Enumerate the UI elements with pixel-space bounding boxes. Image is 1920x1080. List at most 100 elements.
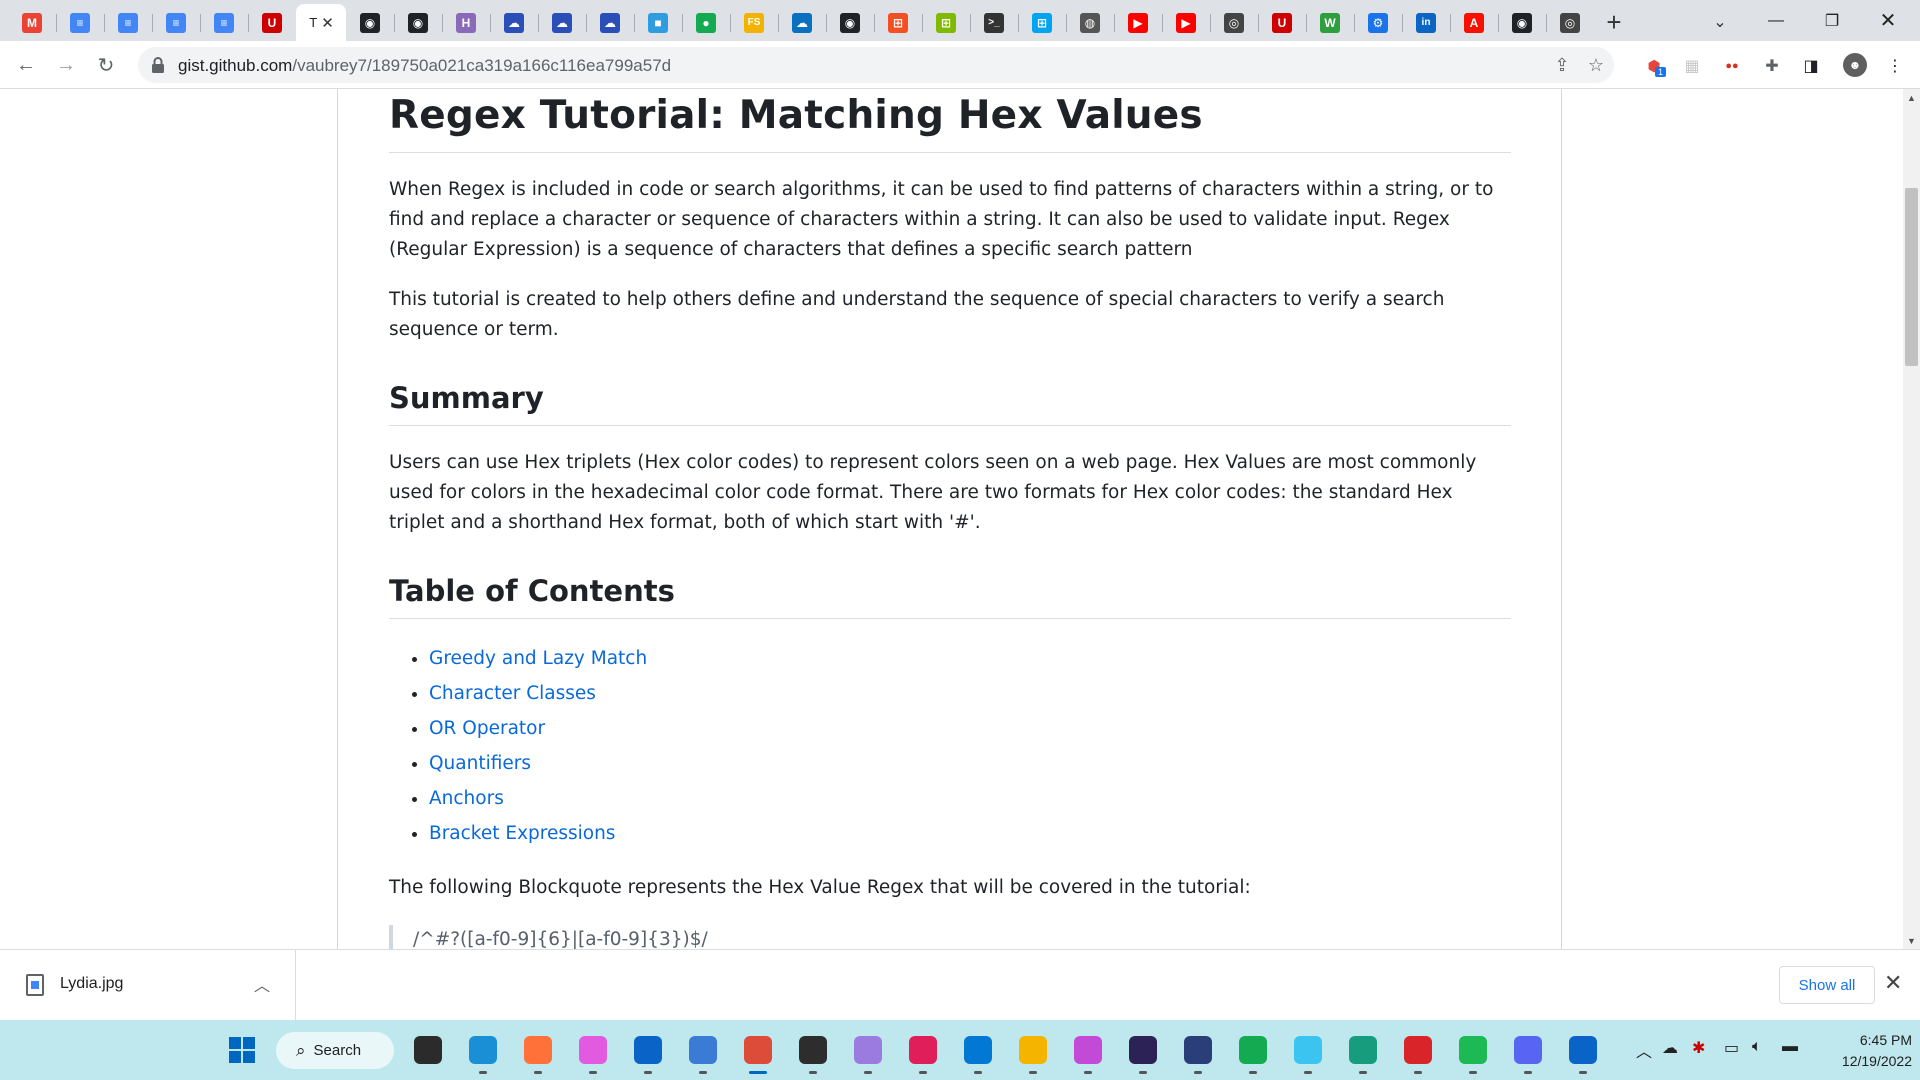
minimize-button[interactable]: —: [1748, 0, 1804, 41]
firefox-icon[interactable]: [520, 1032, 556, 1074]
mail-icon[interactable]: [1565, 1032, 1601, 1074]
edge-icon[interactable]: [465, 1032, 501, 1074]
discord-icon[interactable]: [1510, 1032, 1546, 1074]
show-all-button[interactable]: Show all: [1779, 966, 1875, 1004]
scrollbar-thumb[interactable]: [1905, 188, 1918, 366]
browser-tab[interactable]: U: [1258, 4, 1306, 41]
eclipse-icon[interactable]: [1125, 1032, 1161, 1074]
browser-tab[interactable]: ◉: [1498, 4, 1546, 41]
forward-arrow-icon[interactable]: →: [50, 49, 82, 81]
extension-icon[interactable]: ▦: [1681, 55, 1703, 77]
browser-tab[interactable]: ☁: [778, 4, 826, 41]
paint-icon[interactable]: [1290, 1032, 1326, 1074]
browser-tab[interactable]: ▶: [1114, 4, 1162, 41]
system-clock[interactable]: 6:45 PM 12/19/2022: [1826, 1030, 1912, 1072]
browser-tab[interactable]: M: [8, 4, 56, 41]
back-arrow-icon[interactable]: ←: [10, 49, 42, 81]
browser-tab[interactable]: ☁: [490, 4, 538, 41]
browser-tab[interactable]: ≡: [152, 4, 200, 41]
new-tab-button[interactable]: +: [1598, 6, 1630, 38]
close-icon[interactable]: ✕: [1884, 970, 1902, 996]
browser-tab[interactable]: ☁: [538, 4, 586, 41]
browser-tab[interactable]: ●: [682, 4, 730, 41]
browser-tab[interactable]: ⚙: [1354, 4, 1402, 41]
extension-icon[interactable]: ⬢ 1: [1643, 55, 1667, 77]
browser-tab[interactable]: ◉: [826, 4, 874, 41]
browser-tab[interactable]: ◍: [1066, 4, 1114, 41]
browser-tab[interactable]: ◎: [1210, 4, 1258, 41]
battery-icon[interactable]: ▬: [1782, 1038, 1798, 1056]
network-icon[interactable]: [1180, 1032, 1216, 1074]
toc-link-bracket-expressions[interactable]: Bracket Expressions: [429, 823, 615, 844]
browser-tab[interactable]: ◎: [1546, 4, 1594, 41]
terminal-icon[interactable]: [795, 1032, 831, 1074]
volume-icon[interactable]: 🔈︎: [1752, 1038, 1762, 1056]
snipping-tool-icon[interactable]: [1070, 1032, 1106, 1074]
scroll-down-arrow-icon[interactable]: ▼: [1903, 932, 1920, 949]
extension-icon[interactable]: ●●: [1721, 55, 1743, 77]
itunes-icon[interactable]: [575, 1032, 611, 1074]
dropbox-icon[interactable]: ✱: [1692, 1038, 1705, 1058]
file-explorer-icon[interactable]: [1015, 1032, 1051, 1074]
mongodb-compass-icon[interactable]: [1235, 1032, 1271, 1074]
reload-icon[interactable]: ↻: [90, 49, 122, 81]
share-icon[interactable]: ⇪: [1550, 53, 1574, 77]
browser-tab[interactable]: ☁: [586, 4, 634, 41]
taskbar-search[interactable]: ⌕ Search: [276, 1032, 394, 1069]
browser-tab[interactable]: ⊞: [922, 4, 970, 41]
browser-tab[interactable]: ≡: [56, 4, 104, 41]
browser-tab[interactable]: ⊞: [1018, 4, 1066, 41]
browser-tab[interactable]: ◉: [394, 4, 442, 41]
task-view-icon[interactable]: [410, 1032, 446, 1068]
browser-tab[interactable]: U: [248, 4, 296, 41]
address-bar[interactable]: gist.github.com/vaubrey7/189750a021ca319…: [138, 47, 1614, 83]
browser-tab[interactable]: ≡: [200, 4, 248, 41]
toc-link-quantifiers[interactable]: Quantifiers: [429, 753, 531, 774]
browser-tab[interactable]: T ✕: [296, 4, 346, 41]
vertical-scrollbar[interactable]: ▲ ▼: [1903, 89, 1920, 949]
outlook-icon[interactable]: [630, 1032, 666, 1074]
vscode-icon[interactable]: [960, 1032, 996, 1074]
browser-tab[interactable]: FS: [730, 4, 778, 41]
heroku-cli-icon[interactable]: [1400, 1032, 1436, 1074]
browser-tab[interactable]: >_: [970, 4, 1018, 41]
browser-tab[interactable]: ■: [634, 4, 682, 41]
toc-link-anchors[interactable]: Anchors: [429, 788, 504, 809]
bookmark-star-icon[interactable]: ☆: [1584, 53, 1608, 77]
browser-tab[interactable]: A: [1450, 4, 1498, 41]
close-window-button[interactable]: ✕: [1860, 0, 1916, 41]
restore-button[interactable]: ❐: [1804, 0, 1860, 41]
windows-start-icon[interactable]: [224, 1032, 260, 1068]
avatar[interactable]: ☻: [1843, 53, 1867, 77]
toc-link-character-classes[interactable]: Character Classes: [429, 683, 596, 704]
side-panel-icon[interactable]: ◨: [1800, 55, 1822, 77]
spotify-icon[interactable]: [1455, 1032, 1491, 1074]
browser-tab[interactable]: ▶: [1162, 4, 1210, 41]
lock-icon[interactable]: [150, 56, 166, 74]
onedrive-icon[interactable]: ☁: [1662, 1038, 1678, 1058]
scroll-up-arrow-icon[interactable]: ▲: [1903, 89, 1920, 106]
browser-tab[interactable]: W: [1306, 4, 1354, 41]
notepad-icon[interactable]: [685, 1032, 721, 1074]
tab-search-icon[interactable]: ⌄: [1704, 6, 1736, 38]
url-text[interactable]: gist.github.com/vaubrey7/189750a021ca319…: [178, 56, 671, 76]
browser-tab[interactable]: ◉: [346, 4, 394, 41]
gitkraken-alt-icon[interactable]: [1345, 1032, 1381, 1074]
browser-tab[interactable]: in: [1402, 4, 1450, 41]
puzzle-extensions-icon[interactable]: ✚: [1761, 55, 1783, 77]
download-item[interactable]: Lydia.jpg ︿: [0, 950, 296, 1020]
chevron-up-icon[interactable]: ︿: [254, 972, 270, 996]
browser-tab[interactable]: H: [442, 4, 490, 41]
toc-link-or-operator[interactable]: OR Operator: [429, 718, 545, 739]
toc-link-greedy-lazy[interactable]: Greedy and Lazy Match: [429, 648, 647, 669]
chevron-up-icon[interactable]: ︿: [1636, 1038, 1652, 1062]
gitkraken-icon[interactable]: [850, 1032, 886, 1074]
browser-tab[interactable]: ≡: [104, 4, 152, 41]
browser-tab[interactable]: ⊞: [874, 4, 922, 41]
chrome-icon[interactable]: [740, 1032, 776, 1074]
tab-close-icon[interactable]: ✕: [321, 14, 334, 32]
slack-icon[interactable]: [905, 1032, 941, 1074]
display-icon[interactable]: ▭: [1724, 1038, 1739, 1058]
download-file-name[interactable]: Lydia.jpg: [60, 975, 123, 993]
menu-dots-icon[interactable]: ⋮: [1884, 55, 1906, 77]
